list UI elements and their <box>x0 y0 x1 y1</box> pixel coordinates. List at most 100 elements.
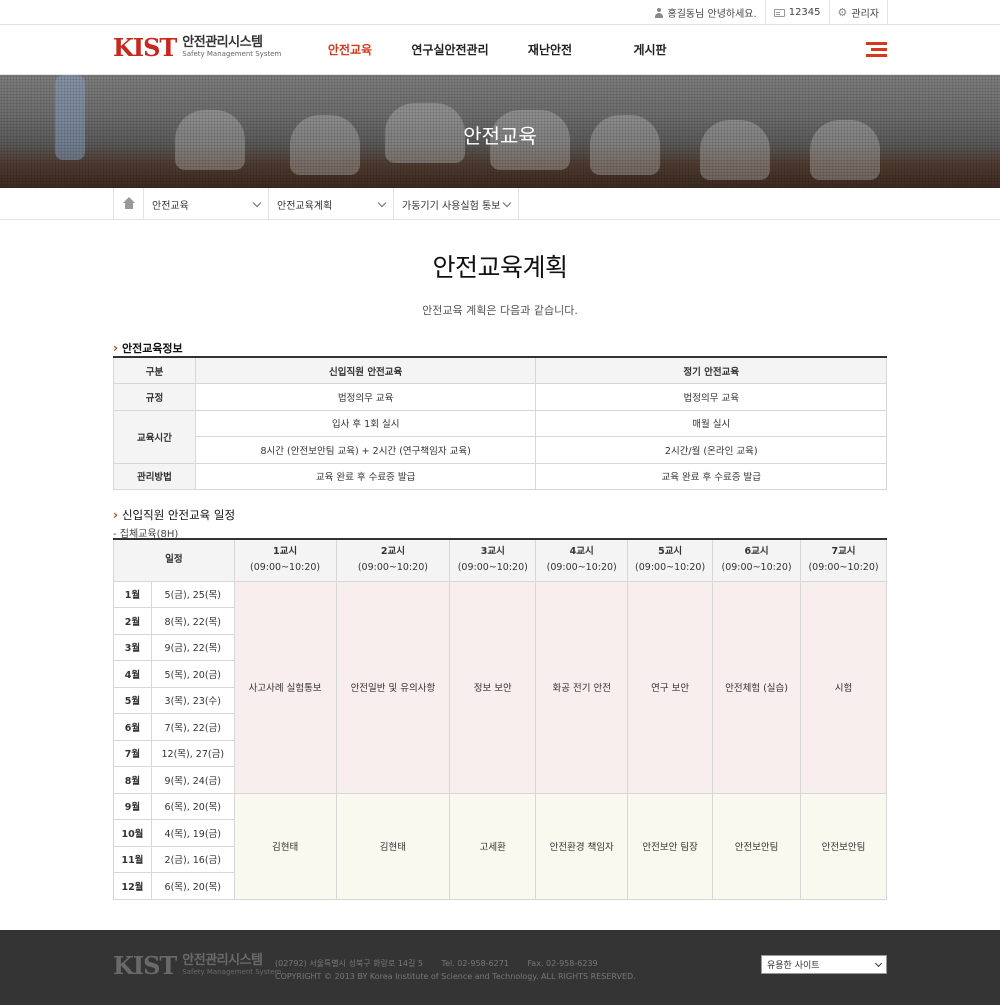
row-label: 교육시간 <box>113 409 196 464</box>
site-footer: KIST 안전관리시스템 Safety Management System (0… <box>0 930 1000 1005</box>
greeting-text: 홍길동님 안녕하세요. <box>667 9 757 20</box>
instructor-cell: 안전보안팀 <box>712 792 802 900</box>
table-row: 9월 6(목), 20(목) 김현태 김현태 고세환 안전환경 책임자 안전보안… <box>113 792 887 900</box>
table-row: 교육시간 입사 후 1회 실시 매월 실시 <box>113 409 887 464</box>
period-name: 4교시 <box>569 546 594 558</box>
period-time: (09:00~10:20) <box>357 562 428 574</box>
admin-link-label: 관리자 <box>851 9 879 20</box>
instructor-cell: 고세환 <box>449 792 537 900</box>
table-row: 규정 법정의무 교육 법정의무 교육 <box>113 383 887 411</box>
period-name: 1교시 <box>273 546 298 558</box>
date-cell: 12(목), 27(금) <box>150 739 235 767</box>
table-row: 8시간 (안전보안팀 교육) + 2시간 (연구책임자 교육) 2시간/월 (온… <box>114 436 887 464</box>
section-title-education-info: › 안전교육정보 <box>113 340 183 356</box>
period-header: 3교시 (09:00~10:20) <box>449 538 537 582</box>
period-time: (09:00~10:20) <box>457 562 528 574</box>
location-bar: 안전교육 안전교육계획 가동기기 사용실험 통보 <box>0 188 1000 220</box>
table-cell: 매월 실시 <box>535 409 887 437</box>
breadcrumb-depth3[interactable]: 가동기기 사용실험 통보 <box>394 188 519 220</box>
date-cell: 8(목), 22(목) <box>150 607 235 635</box>
gear-icon: ⚙ <box>837 6 848 19</box>
month-cell: 8월 <box>113 766 152 794</box>
schedule-header: 일정 <box>113 538 235 582</box>
date-cell: 6(목), 20(목) <box>150 872 235 900</box>
logo-subtitle: Safety Management System <box>182 968 282 976</box>
user-number: 12345 <box>764 0 829 25</box>
month-cell: 12월 <box>113 872 152 900</box>
month-cell: 5월 <box>113 686 152 714</box>
breadcrumb-depth2[interactable]: 안전교육계획 <box>269 188 394 220</box>
section-title-text: 안전교육정보 <box>121 342 183 355</box>
chevron-down-icon <box>252 198 262 207</box>
period-header: 5교시 (09:00~10:20) <box>627 538 714 582</box>
nav-board[interactable]: 게시판 <box>600 25 700 75</box>
instructor-cell: 김현태 <box>233 792 337 900</box>
period-header: 2교시 (09:00~10:20) <box>335 538 451 582</box>
date-cell: 2(금), 16(금) <box>150 845 235 873</box>
table-cell: 교육 완료 후 수료증 발급 <box>194 462 537 490</box>
period-time: (09:00~10:20) <box>250 562 321 574</box>
section-title-text: 신입직원 안전교육 일정 <box>121 508 236 522</box>
related-sites-select[interactable]: 유용한 사이트 <box>761 955 887 974</box>
site-logo[interactable]: KIST 안전관리시스템 Safety Management System <box>113 34 281 62</box>
instructor-cell: 안전보안 팀장 <box>627 792 714 900</box>
subject-cell: 사고사례 실험통보 <box>233 580 337 794</box>
logo-mark: KIST <box>113 951 177 980</box>
logo-text: 안전관리시스템 Safety Management System <box>182 952 281 980</box>
instructor-cell: 김현태 <box>335 792 451 900</box>
admin-link[interactable]: ⚙ 관리자 <box>828 0 888 25</box>
month-cell: 3월 <box>113 633 152 661</box>
chevron-down-icon <box>502 198 512 207</box>
hamburger-menu-icon[interactable] <box>866 42 887 58</box>
footer-logo: KIST 안전관리시스템 Safety Management System <box>113 952 281 980</box>
logo-title: 안전관리시스템 <box>182 953 263 968</box>
chevron-right-icon: › <box>113 508 118 522</box>
month-cell: 11월 <box>113 845 152 873</box>
period-time: (09:00~10:20) <box>635 562 706 574</box>
subject-cell: 연구 보안 <box>627 580 714 794</box>
id-card-icon <box>773 8 785 17</box>
footer-info: (02792) 서울특별시 성북구 화랑로 14길 5 Tel. 02-958-… <box>275 957 636 983</box>
page-description: 안전교육 계획은 다음과 같습니다. <box>422 304 578 317</box>
period-header: 1교시 (09:00~10:20) <box>233 538 337 582</box>
nav-safety-education[interactable]: 안전교육 <box>300 25 400 75</box>
table-cell: 법정의무 교육 <box>194 383 537 411</box>
subject-cell: 안전체험 (실습) <box>712 580 802 794</box>
table-cell: 입사 후 1회 실시 <box>194 409 537 437</box>
page-banner: 안전교육 <box>0 75 1000 188</box>
breadcrumb-label: 안전교육 <box>152 200 189 212</box>
month-cell: 9월 <box>113 792 152 820</box>
month-cell: 6월 <box>113 713 152 741</box>
date-cell: 5(목), 20(금) <box>150 660 235 688</box>
month-cell: 4월 <box>113 660 152 688</box>
nav-lab-safety[interactable]: 연구실안전관리 <box>400 25 500 75</box>
month-cell: 7월 <box>113 739 152 767</box>
period-name: 5교시 <box>658 546 683 558</box>
table-header: 정기 안전교육 <box>535 356 887 384</box>
banner-title: 안전교육 <box>463 124 537 148</box>
page-title: 안전교육계획 <box>432 253 568 282</box>
row-label: 규정 <box>113 383 196 411</box>
table-row: 1월 5(금), 25(목) 사고사례 실험통보 안전일반 및 유의사항 정보 … <box>113 580 887 794</box>
table-cell: 8시간 (안전보안팀 교육) + 2시간 (연구책임자 교육) <box>194 436 537 464</box>
table-header: 구분 <box>113 356 196 384</box>
subject-cell: 시험 <box>800 580 887 794</box>
date-cell: 7(목), 22(금) <box>150 713 235 741</box>
nav-disaster-safety[interactable]: 재난안전 <box>500 25 600 75</box>
breadcrumb-label: 가동기기 사용실험 통보 <box>402 200 501 212</box>
subject-cell: 화공 전기 안전 <box>535 580 629 794</box>
date-cell: 5(금), 25(목) <box>150 580 235 608</box>
breadcrumb-depth1[interactable]: 안전교육 <box>144 188 269 220</box>
period-name: 3교시 <box>480 546 505 558</box>
user-greeting: 홍길동님 안녕하세요. <box>646 0 765 25</box>
period-header: 6교시 (09:00~10:20) <box>712 538 802 582</box>
period-name: 2교시 <box>380 546 405 558</box>
footer-copyright: COPYRIGHT © 2013 BY Korea Institute of S… <box>275 972 636 981</box>
table-cell: 법정의무 교육 <box>535 383 887 411</box>
breadcrumb-label: 안전교육계획 <box>277 200 333 212</box>
home-icon[interactable] <box>114 188 144 220</box>
chevron-right-icon: › <box>113 341 118 355</box>
schedule-table: 일정 1교시 (09:00~10:20) 2교시 (09:00~10:20) 3교시… <box>113 538 887 900</box>
section-title-schedule: › 신입직원 안전교육 일정 <box>113 507 235 523</box>
date-cell: 6(목), 20(목) <box>150 792 235 820</box>
